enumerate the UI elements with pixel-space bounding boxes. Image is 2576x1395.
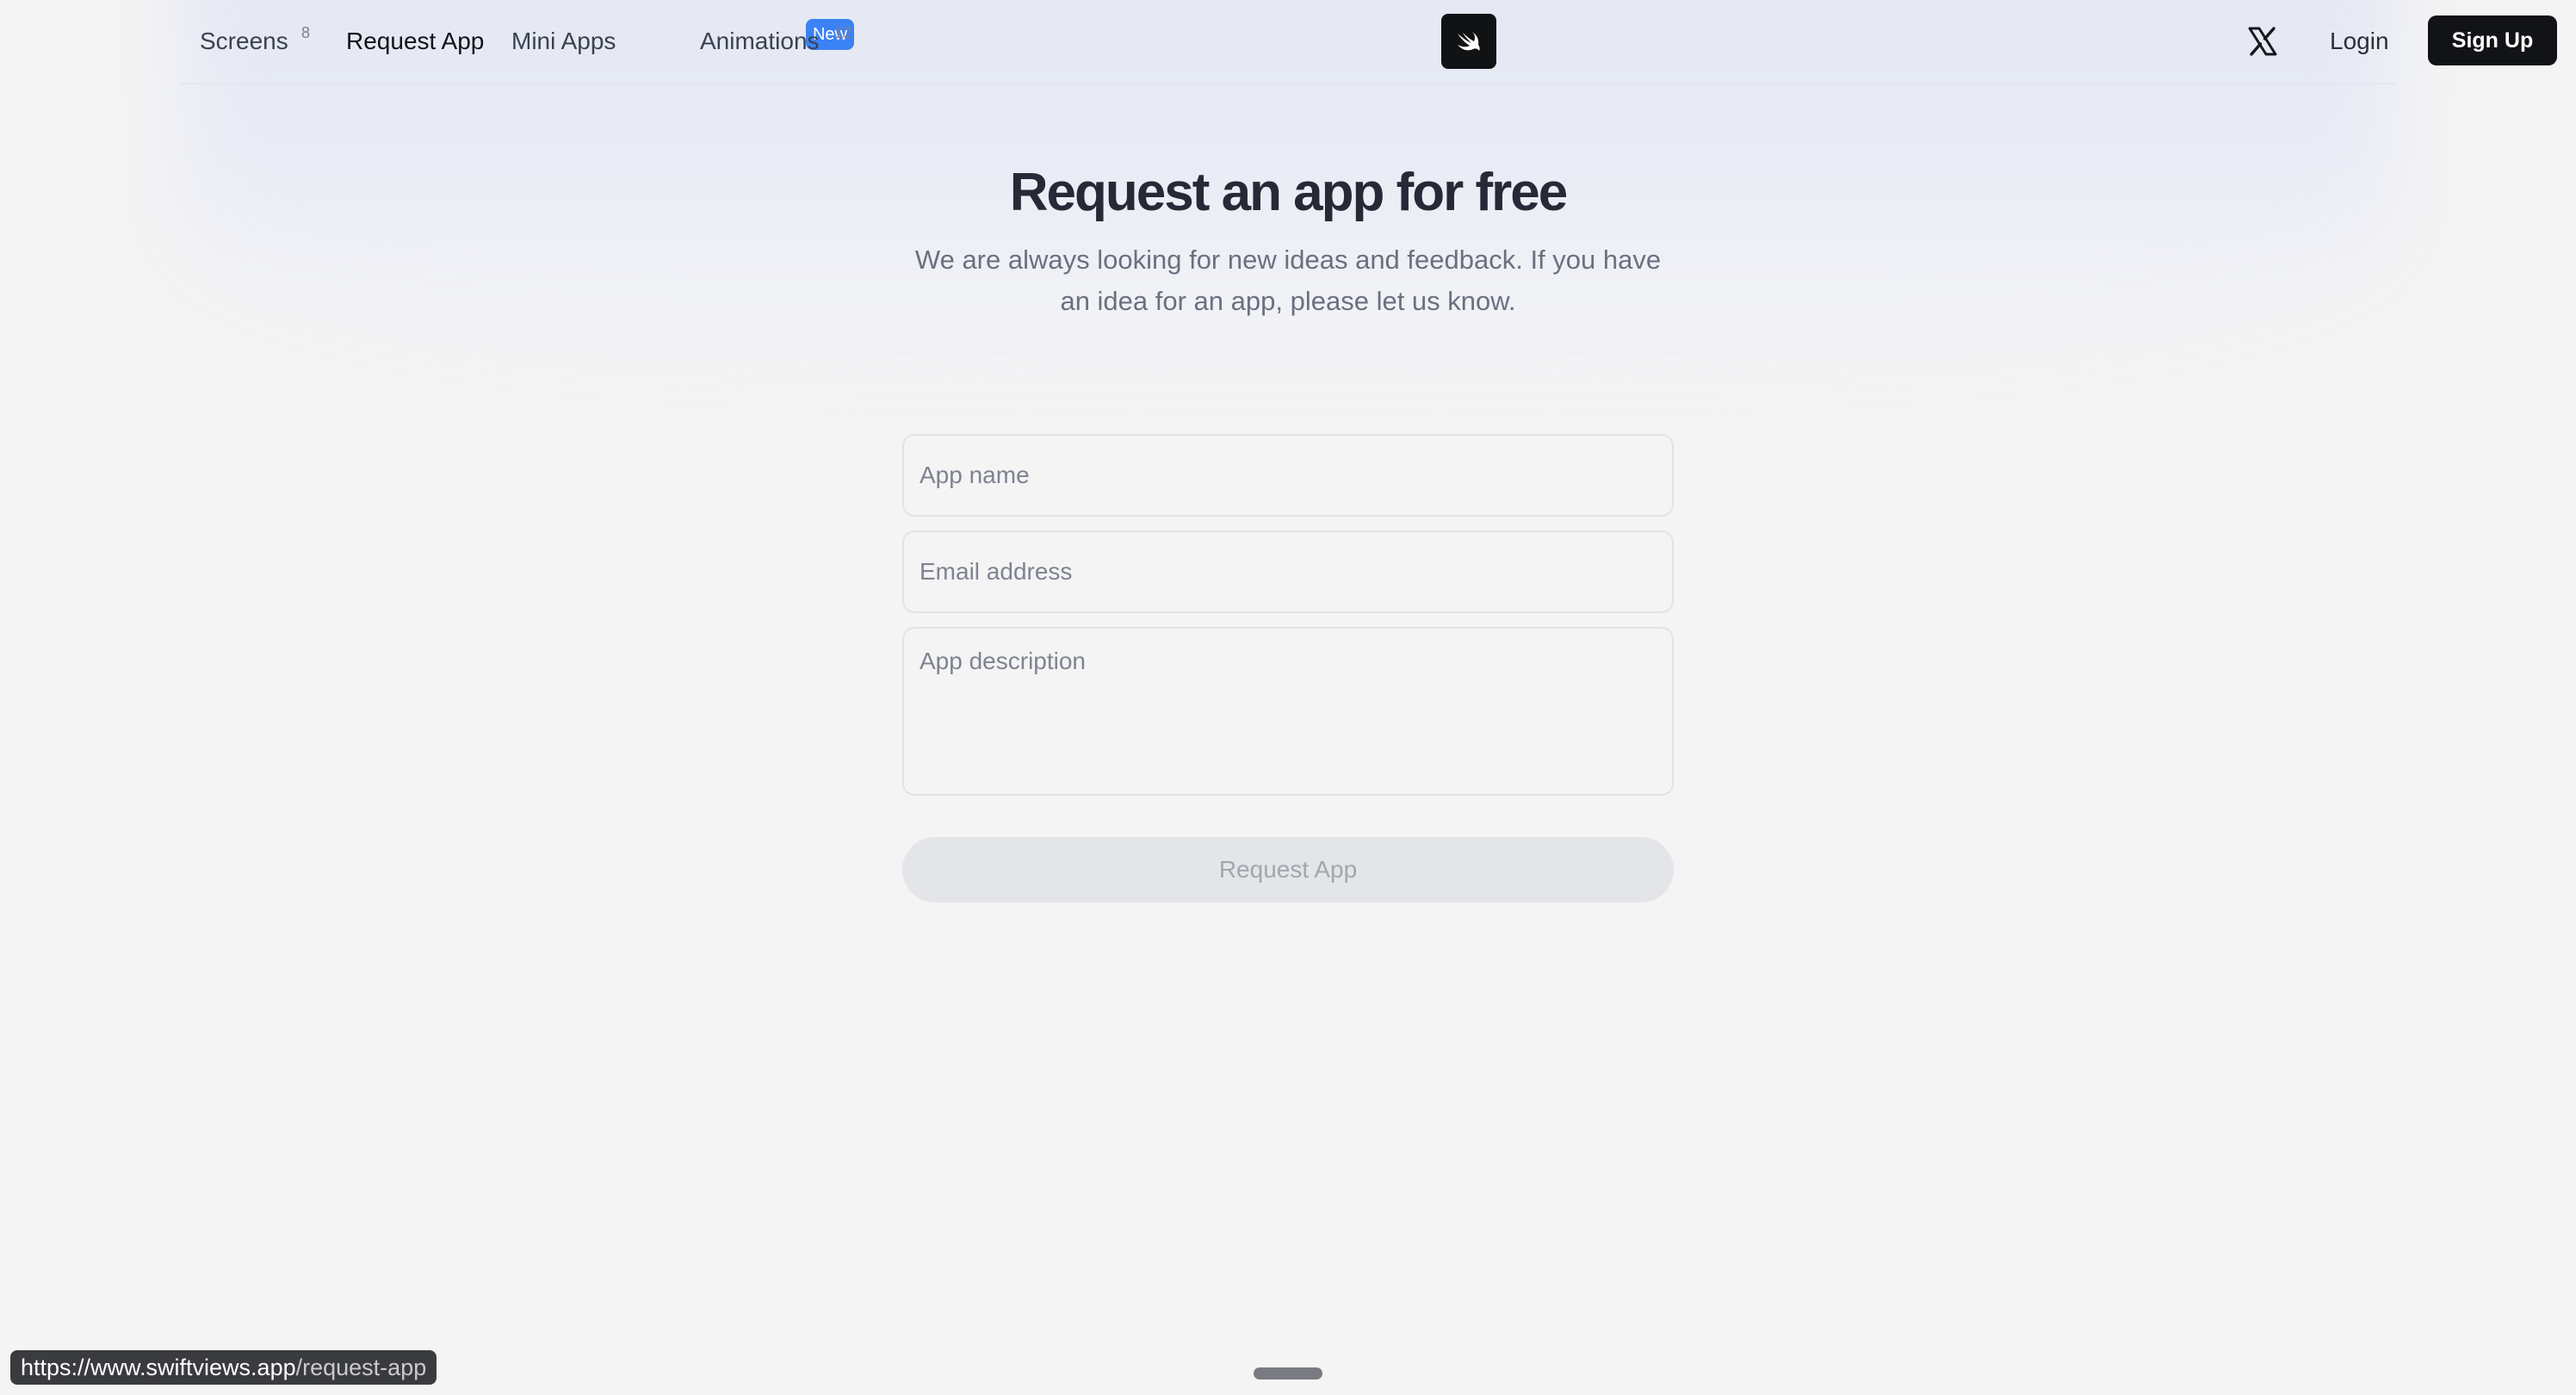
scroll-handle[interactable]: [1254, 1367, 1322, 1380]
app-name-input[interactable]: [902, 434, 1674, 517]
nav-link-request-app[interactable]: Request App: [346, 0, 484, 83]
nav-link-screens[interactable]: Screens: [200, 0, 288, 83]
nav-link-mini-apps-label: Mini Apps: [511, 28, 616, 54]
x-icon[interactable]: [2247, 26, 2278, 57]
swift-logo-icon[interactable]: [1441, 14, 1496, 69]
swift-bird-icon: [1458, 32, 1480, 51]
page-subtitle: We are always looking for new ideas and …: [914, 245, 1662, 316]
signup-button[interactable]: Sign Up: [2428, 16, 2557, 65]
nav-link-animations-label: Animations: [700, 28, 820, 54]
login-label: Login: [2330, 28, 2389, 54]
status-url-host: https://www.swiftviews.app: [21, 1354, 296, 1380]
screens-count: 8: [301, 24, 311, 41]
status-url-path: /request-app: [295, 1354, 427, 1380]
page-title: Request an app for free: [1009, 163, 1568, 222]
status-bar-url: https://www.swiftviews.app/request-app: [10, 1350, 437, 1385]
email-input[interactable]: [902, 530, 1674, 613]
nav-link-mini-apps[interactable]: Mini Apps: [511, 0, 616, 83]
login-link[interactable]: Login: [2330, 0, 2389, 83]
request-app-button[interactable]: Request App: [902, 837, 1674, 902]
nav-link-request-app-label: Request App: [346, 28, 485, 54]
nav-link-animations[interactable]: Animations: [700, 0, 820, 83]
x-logo-glyph: [2248, 27, 2277, 56]
top-navigation: Screens 8 Request App Mini Apps New Anim…: [181, 0, 2557, 84]
nav-link-screens-label: Screens: [200, 28, 288, 54]
animations-count: 12: [835, 24, 853, 41]
app-description-textarea[interactable]: [902, 627, 1674, 796]
